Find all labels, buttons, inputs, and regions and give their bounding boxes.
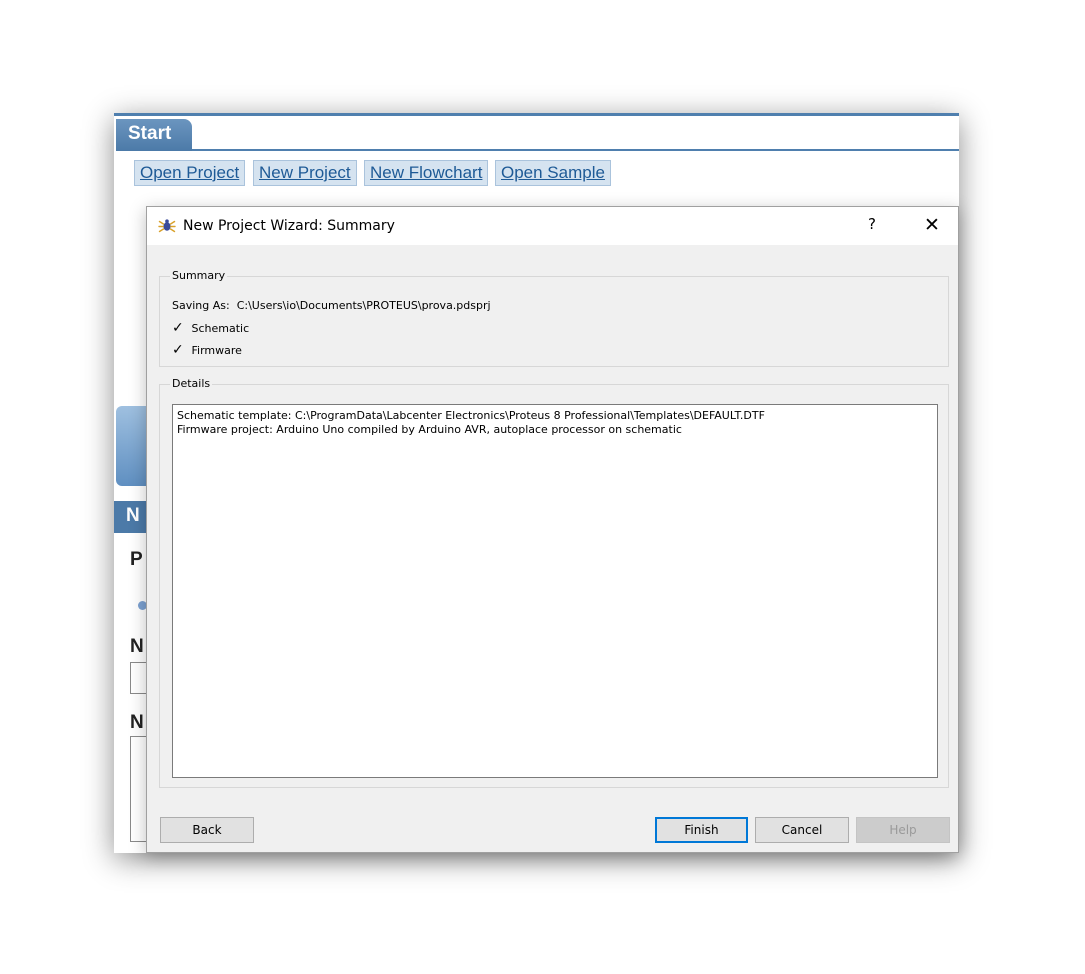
saving-as-row: Saving As: C:\Users\io\Documents\PROTEUS… [172, 299, 491, 312]
open-project-link[interactable]: Open Project [134, 160, 246, 186]
saving-as-label: Saving As: [172, 299, 230, 312]
start-tab[interactable]: Start [116, 119, 192, 151]
summary-legend: Summary [170, 269, 228, 282]
finish-button[interactable]: Finish [655, 817, 748, 843]
cancel-button[interactable]: Cancel [755, 817, 849, 843]
open-sample-link[interactable]: Open Sample [495, 160, 611, 186]
firmware-check-row: ✓ Firmware [172, 342, 242, 358]
project-heading-fragment: P [130, 549, 143, 570]
schematic-check-row: ✓ Schematic [172, 320, 249, 336]
back-button[interactable]: Back [160, 817, 254, 843]
close-button[interactable]: ✕ [917, 214, 947, 240]
new-flowchart-link[interactable]: New Flowchart [364, 160, 489, 186]
new-project-wizard-dialog: New Project Wizard: Summary ? ✕ Summary … [146, 206, 959, 853]
proteus-bug-icon [158, 217, 176, 235]
summary-group: Summary Saving As: C:\Users\io\Documents… [159, 269, 949, 367]
details-text-area[interactable]: Schematic template: C:\ProgramData\Labce… [172, 404, 938, 778]
start-tab-underline [192, 149, 959, 151]
details-group: Details Schematic template: C:\ProgramDa… [159, 377, 949, 788]
checkmark-icon: ✓ [172, 320, 184, 336]
name-label-fragment: N [130, 636, 144, 657]
saving-as-path: C:\Users\io\Documents\PROTEUS\prova.pdsp… [236, 299, 491, 312]
schematic-template-detail: Schematic template: C:\ProgramData\Labce… [177, 409, 765, 422]
details-legend: Details [170, 377, 213, 390]
dialog-titlebar[interactable]: New Project Wizard: Summary ? ✕ [147, 207, 958, 245]
context-help-button[interactable]: ? [859, 215, 885, 239]
schematic-item-label: Schematic [191, 322, 250, 335]
firmware-item-label: Firmware [191, 344, 242, 357]
notes-label-fragment: N [130, 712, 144, 733]
checkmark-icon: ✓ [172, 342, 184, 358]
firmware-project-detail: Firmware project: Arduino Uno compiled b… [177, 423, 682, 436]
dialog-title: New Project Wizard: Summary [183, 218, 395, 234]
new-project-link[interactable]: New Project [253, 160, 357, 186]
help-button[interactable]: Help [856, 817, 950, 843]
